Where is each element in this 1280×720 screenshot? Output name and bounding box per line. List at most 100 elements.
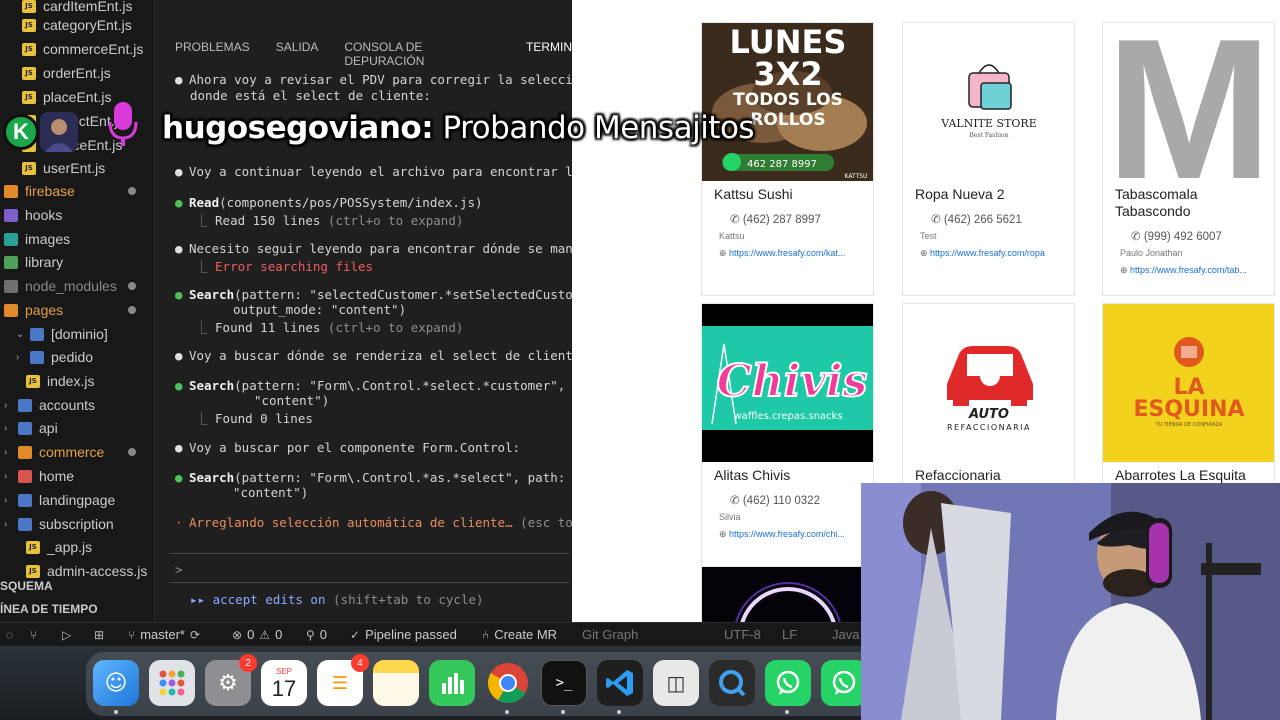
ports-indicator[interactable]: ⚲ 0 [306, 627, 327, 642]
git-graph-button[interactable]: Git Graph [582, 627, 638, 642]
tab-terminal[interactable]: TERMIN [526, 40, 572, 68]
notes-icon[interactable] [373, 660, 419, 706]
chrome-icon[interactable] [485, 660, 531, 706]
remote-icon[interactable]: ◌ [6, 628, 13, 642]
whatsapp-icon[interactable] [765, 660, 811, 706]
folder-icon [18, 493, 32, 507]
error-icon: ⊗ [232, 627, 243, 642]
tree-item-label: home [39, 468, 75, 484]
terminal-prompt[interactable]: > [175, 562, 183, 577]
problems-indicator[interactable]: ⊗ 0 ⚠ 0 [232, 627, 282, 642]
folder-item[interactable]: › pedido [16, 346, 93, 368]
system-settings-icon[interactable]: ⚙ 2 [205, 654, 257, 706]
folder-item[interactable]: › api [4, 417, 58, 439]
folder-item[interactable]: › accounts [4, 394, 95, 416]
store-card[interactable]: M Tabascomala Tabascondo ✆ (999) 492 6007… [1102, 22, 1275, 296]
folder-icon [4, 255, 18, 269]
folder-item[interactable]: ⌄ [dominio] [16, 323, 108, 345]
chevron-right-icon: › [4, 470, 8, 482]
store-banner: VALNITE STORE Best Fashion [903, 23, 1074, 181]
mode-indicator[interactable]: ▸▸ accept edits on (shift+tab to cycle) [190, 592, 484, 607]
js-file-icon: JS [26, 564, 40, 578]
folder-item[interactable]: › commerce [4, 441, 104, 463]
chevron-right-icon: › [4, 494, 8, 506]
tree-item-label: landingpage [39, 492, 116, 508]
store-banner: LA ESQUINA TU TIENDA DE CONFIANZA [1103, 304, 1274, 462]
terminal-app-icon[interactable]: >_ [541, 660, 587, 706]
file-item[interactable]: JS commerceEnt.js [22, 38, 143, 60]
terminal-line: ● Necesito seguir leyendo para encontrar … [175, 241, 572, 256]
store-banner: M [1103, 23, 1274, 181]
file-item[interactable]: JS categoryEnt.js [22, 14, 132, 36]
bullet-icon: ● [175, 348, 183, 363]
language-indicator[interactable]: Java [832, 627, 859, 642]
store-card[interactable]: AUTO REFACCIONARIA Refaccionaria [902, 303, 1075, 503]
calendar-icon[interactable]: SEP 17 [261, 660, 307, 706]
folder-icon [18, 469, 32, 483]
encoding-indicator[interactable]: UTF-8 [724, 627, 761, 642]
terminal-line: output_mode: "content") [233, 302, 407, 317]
folder-item[interactable]: firebase [4, 180, 75, 202]
folder-item[interactable]: node_modules [4, 275, 117, 297]
folder-item[interactable]: pages [4, 299, 63, 321]
terminal-line: "content") [254, 393, 330, 408]
file-item[interactable]: JS index.js [26, 370, 94, 392]
divider [169, 582, 569, 583]
store-link[interactable]: ⊕ https://www.fresafy.com/ropa [920, 248, 1045, 259]
extensions-icon[interactable]: ⊞ [94, 628, 104, 642]
finder-icon[interactable]: ☺ [93, 660, 139, 706]
pipeline-status[interactable]: ✓ Pipeline passed [350, 627, 457, 642]
running-indicator [505, 710, 509, 714]
folder-item[interactable]: › subscription [4, 513, 114, 535]
file-item[interactable]: JS _app.js [26, 536, 92, 558]
vscode-icon[interactable] [597, 660, 643, 706]
tab-debug-console[interactable]: CONSOLA DE DEPURACIÓN [344, 40, 500, 68]
store-card[interactable]: LA ESQUINA TU TIENDA DE CONFIANZA Abarro… [1102, 303, 1275, 503]
chevron-right-icon: › [4, 399, 8, 411]
run-debug-icon[interactable]: ▷ [62, 628, 71, 642]
running-indicator [561, 710, 565, 714]
store-link[interactable]: ⊕ https://www.fresafy.com/kat... [719, 248, 845, 259]
folder-item[interactable]: hooks [4, 204, 62, 226]
js-file-icon: JS [22, 42, 36, 56]
terminal-line: ⎿ Found 11 lines (ctrl+o to expand) [195, 320, 464, 335]
screen: { "explorer": { "files": [ {"label": "ca… [0, 0, 1280, 720]
tab-output[interactable]: SALIDA [276, 40, 319, 68]
store-phone: ✆ (999) 492 6007 [1131, 231, 1222, 243]
terminal-line: ● Voy a buscar por el componente Form.Con… [175, 440, 521, 455]
quicktime-icon[interactable] [709, 660, 755, 706]
folder-item[interactable]: › home [4, 465, 74, 487]
create-mr-button[interactable]: ⑃ Create MR [482, 627, 557, 642]
branch-indicator[interactable]: ⑂ master* ⟳ [128, 627, 200, 642]
tree-item-label: pedido [51, 349, 94, 365]
chat-message: hugosegoviano: Probando Mensajitos [162, 110, 755, 146]
banner-brand: KATTSU [845, 173, 868, 180]
screenshot-icon[interactable]: ◫ [653, 660, 699, 706]
store-card[interactable]: Chivis waffles.crepas.snacks Alitas Chiv… [701, 303, 874, 577]
folder-item[interactable]: › landingpage [4, 489, 115, 511]
folder-item[interactable]: images [4, 228, 70, 250]
reminders-icon[interactable]: ☰ 4 [317, 654, 369, 706]
globe-icon: ⊕ [719, 529, 730, 539]
globe-icon: ⊕ [1120, 265, 1131, 275]
store-banner: Chivis waffles.crepas.snacks [702, 304, 873, 462]
source-control-icon[interactable]: ⑂ [30, 628, 37, 642]
chat-message-text: Probando Mensajitos [442, 110, 755, 146]
banner-text: M [1106, 23, 1273, 181]
store-link[interactable]: ⊕ https://www.fresafy.com/chi... [719, 529, 845, 540]
eol-indicator[interactable]: LF [782, 627, 797, 642]
timeline-header[interactable]: ÍNEA DE TIEMPO [0, 602, 98, 616]
tree-item-label: pages [25, 302, 64, 318]
launchpad-icon[interactable] [149, 660, 195, 706]
store-link[interactable]: ⊕ https://www.fresafy.com/tab... [1120, 265, 1247, 276]
numbers-icon[interactable] [429, 660, 475, 706]
store-card[interactable]: VALNITE STORE Best Fashion Ropa Nueva 2 ✆… [902, 22, 1075, 296]
file-item[interactable]: JS orderEnt.js [22, 62, 111, 84]
banner-text: REFACCIONARIA [947, 423, 1031, 432]
tab-problems[interactable]: PROBLEMAS [175, 40, 250, 68]
running-indicator [617, 710, 621, 714]
status-bar: ◌ ⑂ ▷ ⊞ ⑂ master* ⟳ ⊗ 0 ⚠ 0 ⚲ 0 ✓ Pipeline pass… [0, 622, 862, 646]
folder-item[interactable]: library [4, 251, 63, 273]
outline-header[interactable]: SQUEMA [0, 579, 53, 593]
store-name: Alitas Chivis [714, 467, 791, 483]
